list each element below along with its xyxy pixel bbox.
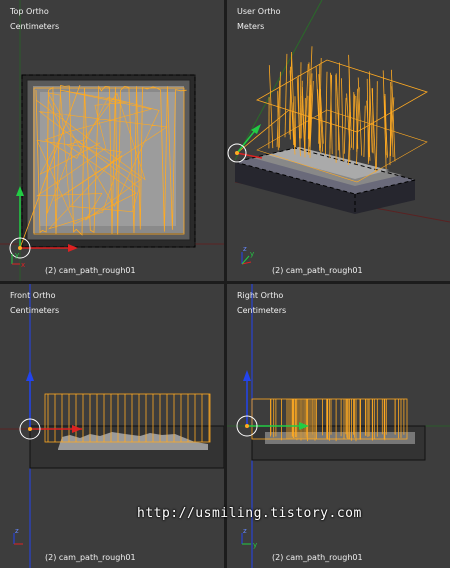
viewport-title: Front Ortho — [10, 291, 56, 300]
user-ortho-scene: z y — [227, 0, 450, 265]
active-object-label: (2) cam_path_rough01 — [272, 553, 363, 562]
viewport-top-ortho[interactable]: y x Top Ortho Centimeters (2) cam_path_r… — [0, 0, 224, 281]
axis-label-y: y — [253, 541, 257, 549]
viewport-user-ortho[interactable]: z y User Ortho Meters (2) cam_path_rough… — [227, 0, 450, 281]
viewport-units: Meters — [237, 22, 265, 31]
viewport-title: Right Ortho — [237, 291, 284, 300]
watermark-url: http://usmiling.tistory.com — [137, 506, 362, 521]
top-ortho-scene: y x — [0, 0, 224, 281]
right-ortho-scene: z y — [227, 284, 450, 568]
quad-view-layout: y x Top Ortho Centimeters (2) cam_path_r… — [0, 0, 450, 568]
active-object-label: (2) cam_path_rough01 — [45, 266, 136, 275]
viewport-front-ortho[interactable]: z Front Ortho Centimeters (2) cam_path_r… — [0, 284, 224, 568]
active-object-label: (2) cam_path_rough01 — [45, 553, 136, 562]
axis-label-y: y — [15, 251, 19, 259]
axis-label-x: x — [21, 261, 25, 269]
viewport-units: Centimeters — [10, 306, 60, 315]
viewport-units: Centimeters — [10, 22, 60, 31]
viewport-right-ortho[interactable]: z y Right Ortho Centimeters (2) cam_path… — [227, 284, 450, 568]
front-ortho-scene: z — [0, 284, 224, 568]
active-object-label: (2) cam_path_rough01 — [272, 266, 363, 275]
viewport-title: User Ortho — [237, 7, 281, 16]
viewport-title: Top Ortho — [10, 7, 49, 16]
axis-label-z: z — [243, 527, 247, 535]
axis-label-z: z — [243, 245, 247, 253]
viewport-units: Centimeters — [237, 306, 287, 315]
axis-label-z: z — [15, 527, 19, 535]
axis-label-y: y — [250, 250, 254, 258]
